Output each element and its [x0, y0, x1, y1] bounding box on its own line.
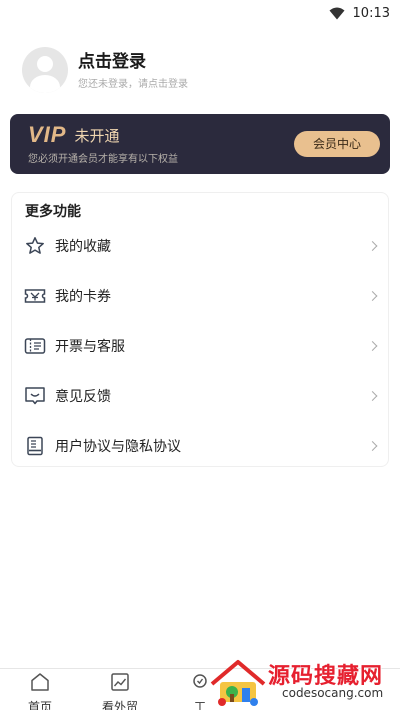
- login-title[interactable]: 点击登录: [78, 51, 188, 73]
- house-logo-icon: [208, 658, 268, 710]
- invoice-icon: [24, 335, 46, 357]
- watermark: 源码搜藏网 codesocang.com: [200, 652, 400, 710]
- watermark-subtitle: codesocang.com: [282, 686, 384, 700]
- ticket-icon: [24, 285, 46, 307]
- menu-item-agreements[interactable]: 用户协议与隐私协议: [12, 421, 388, 471]
- features-card: 更多功能 我的收藏 我的卡券 开票与客服 意见反馈 用户协议与隐私协议: [11, 192, 389, 467]
- menu-item-label: 意见反馈: [55, 389, 111, 405]
- profile-header[interactable]: 点击登录 您还未登录，请点击登录: [0, 26, 400, 96]
- menu-item-label: 我的收藏: [55, 239, 111, 255]
- menu-item-label: 开票与客服: [55, 339, 125, 355]
- menu-item-feedback[interactable]: 意见反馈: [12, 371, 388, 421]
- nav-label: 首页: [27, 700, 52, 710]
- document-icon: [24, 435, 46, 457]
- chevron-right-icon: [367, 441, 378, 451]
- status-bar: 10:13: [0, 0, 400, 26]
- menu-item-invoice-service[interactable]: 开票与客服: [12, 321, 388, 371]
- star-icon: [24, 235, 46, 257]
- menu-item-label: 用户协议与隐私协议: [55, 439, 181, 455]
- vip-status: 未开通: [74, 126, 120, 145]
- nav-label: 看外贸: [101, 700, 138, 710]
- nav-item-home[interactable]: 首页: [0, 669, 80, 710]
- avatar[interactable]: [22, 47, 68, 93]
- menu-item-favorites[interactable]: 我的收藏: [12, 221, 388, 271]
- status-time: 10:13: [352, 5, 390, 21]
- menu-item-coupons[interactable]: 我的卡券: [12, 271, 388, 321]
- chevron-right-icon: [367, 391, 378, 401]
- vip-logo: VIP: [28, 122, 67, 147]
- chevron-right-icon: [367, 291, 378, 301]
- home-icon: [29, 672, 51, 696]
- vip-card: VIP 未开通 您必须开通会员才能享有以下权益 会员中心: [10, 114, 390, 174]
- features-title: 更多功能: [25, 204, 81, 220]
- chevron-right-icon: [367, 241, 378, 251]
- login-subtitle: 您还未登录，请点击登录: [78, 78, 188, 90]
- wifi-icon: [329, 7, 345, 20]
- member-center-button[interactable]: 会员中心: [294, 131, 380, 157]
- chart-icon: [109, 672, 131, 696]
- nav-item-trade[interactable]: 看外贸: [80, 669, 160, 710]
- feedback-icon: [24, 385, 46, 407]
- menu-item-label: 我的卡券: [55, 289, 111, 305]
- chevron-right-icon: [367, 341, 378, 351]
